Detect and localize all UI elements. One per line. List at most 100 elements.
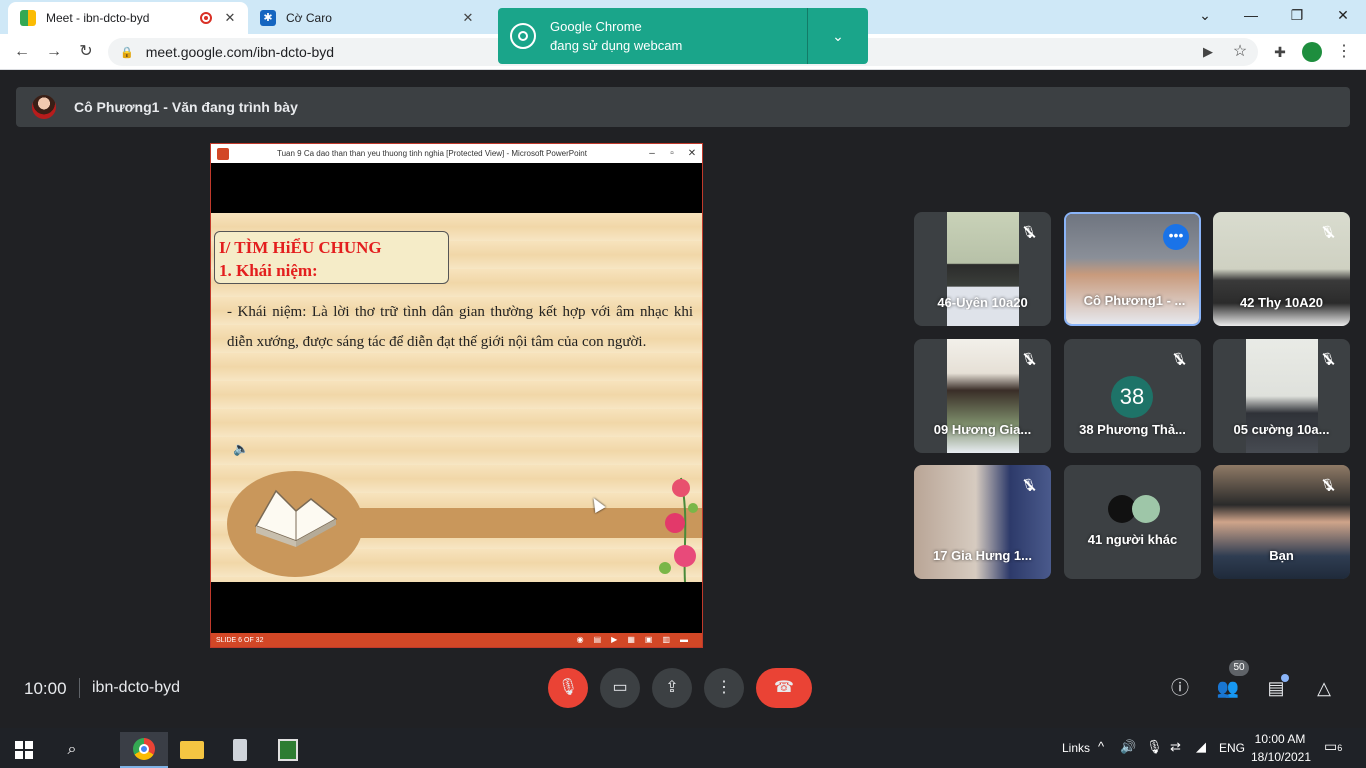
close-tab-icon[interactable]: ✕ [220,10,240,26]
chrome-taskbar-icon[interactable] [120,732,168,768]
present-now-button[interactable]: ⇪ [652,668,692,708]
participant-name: Bạn [1269,548,1294,563]
language-indicator[interactable]: ENG [1219,741,1245,755]
participant-name: 09 Hương Gia... [933,422,1032,437]
people-icon[interactable]: 👥 [1216,676,1240,700]
app-icon[interactable] [264,732,312,768]
slide-decor-band [311,508,702,538]
open-book-icon [254,489,338,547]
participant-tile[interactable]: 🎙 17 Gia Hưng 1... [914,465,1051,579]
more-options-button[interactable]: ⋮ [704,668,744,708]
recording-icon [200,12,212,24]
volume-icon[interactable]: 🔊 [1120,739,1136,755]
windows-taskbar: ⌕ Links ^ 🔊 🎙 ⇄ ◢ ENG 10:00 AM 18/10/202… [0,728,1366,768]
participant-name: 05 cường 10a... [1233,422,1330,437]
ppt-title-bar: Tuan 9 Ca dao than than yeu thuong tinh … [211,144,702,163]
present-screen-icon: ⇪ [665,679,679,696]
calculator-icon[interactable] [216,732,264,768]
camera-toggle-button[interactable]: ▭ [600,668,640,708]
bookmark-star-icon[interactable]: ☆ [1228,40,1252,64]
microphone-toggle-button[interactable]: 🎙 [548,668,588,708]
notifications-icon[interactable]: ▭6 [1324,738,1342,755]
activities-icon[interactable]: △ [1312,676,1336,700]
popup-title: Google Chrome [550,19,642,34]
mic-off-icon: 🎙 [1019,222,1039,242]
tab-title: Cờ Caro [286,11,332,25]
restore-icon[interactable]: ❐ [1274,0,1320,30]
flowers-decoration [659,477,698,582]
participant-tile[interactable]: 🎙 05 cường 10a... [1213,339,1350,453]
mic-off-icon: 🎙 [1318,475,1338,495]
more-vert-icon: ⋮ [716,679,732,696]
google-meet-icon [20,10,36,26]
microphone-icon[interactable]: 🎙 [1146,739,1163,755]
tab-search-icon[interactable]: ⌄ [1182,0,1228,30]
slide-heading-1: I/ TÌM HiỂU CHUNG [219,238,382,257]
clock-time[interactable]: 10:00 AM [1252,732,1308,746]
participant-tile-active[interactable]: ••• Cô Phương1 - ... [1064,212,1201,326]
participant-name: 46-Uyên 10a20 [937,295,1028,310]
powerpoint-icon [217,147,229,160]
mic-off-icon: 🎙 [557,679,579,696]
webcam-notification[interactable]: Google Chrome đang sử dụng webcam ⌄ [498,8,868,64]
ppt-status-bar: SLIDE 6 OF 32 ◉ ▤ ▶ ▦ ▣ ▥ ▬ [211,633,702,647]
clock-date[interactable]: 18/10/2021 [1250,750,1312,764]
mic-off-icon: 🎙 [1019,475,1039,495]
minimize-icon: – [649,148,655,159]
wifi-icon[interactable]: ◢ [1196,739,1206,755]
participant-name: 41 người khác [1087,532,1178,547]
search-icon[interactable]: ⌕ [48,732,96,768]
maximize-icon: ▫ [670,148,674,159]
avatar [1132,495,1160,523]
tab-meet[interactable]: Meet - ibn-dcto-byd ✕ [8,2,248,34]
leave-call-button[interactable]: ☎ [756,668,812,708]
chevron-up-icon[interactable]: ^ [1098,739,1104,754]
camera-in-use-icon[interactable]: ▶ [1196,40,1220,64]
participant-name: Cô Phương1 - ... [1083,293,1186,308]
participant-tile[interactable]: 🎙 Bạn [1213,465,1350,579]
participant-tile[interactable]: 🎙 46-Uyên 10a20 [914,212,1051,326]
people-count-badge: 50 [1229,660,1249,676]
extensions-icon[interactable]: ✚ [1268,40,1292,64]
slide: I/ TÌM HiỂU CHUNG 1. Khái niệm: - Khái n… [211,213,702,582]
close-tab-icon[interactable]: ✕ [458,10,478,26]
slide-counter: SLIDE 6 OF 32 [216,636,264,644]
more-options-icon[interactable]: ••• [1163,224,1189,250]
participant-tile[interactable]: 🎙 09 Hương Gia... [914,339,1051,453]
mic-off-icon: 🎙 [1019,349,1039,369]
participant-tile[interactable]: 🎙 42 Thy 10A20 [1213,212,1350,326]
participant-tile[interactable]: 38 🎙 38 Phương Thả... [1064,339,1201,453]
forward-icon[interactable]: → [42,40,66,64]
mic-off-icon: 🎙 [1318,222,1338,242]
links-toolbar[interactable]: Links [1062,741,1090,755]
slide-heading-2: 1. Khái niệm: [219,261,318,280]
participant-tile-others[interactable]: 41 người khác [1064,465,1201,579]
meeting-time: 10:00 [24,679,67,698]
chat-notification-dot [1281,674,1289,682]
camera-icon: ▭ [612,679,628,696]
meeting-code: ibn-dcto-byd [92,679,181,696]
star-icon: ✱ [260,10,276,26]
tab-co-caro[interactable]: ✱ Cờ Caro ✕ [250,2,486,34]
presenter-text: Cô Phương1 - Văn đang trình bày [74,99,298,115]
webcam-icon [510,23,536,49]
file-explorer-icon[interactable] [168,732,216,768]
close-window-icon[interactable]: ✕ [1320,0,1366,30]
slide-body-text: - Khái niệm: Là lời thơ trữ tình dân gia… [227,304,693,350]
divider [79,678,80,698]
back-icon[interactable]: ← [10,40,34,64]
network-icon[interactable]: ⇄ [1170,739,1181,755]
meeting-details-icon[interactable]: ⓘ [1168,676,1192,700]
notification-count: 6 [1337,743,1343,753]
windows-start-icon[interactable] [0,732,48,768]
popup-subtitle: đang sử dụng webcam [550,38,683,53]
mic-off-icon: 🎙 [1169,349,1189,369]
speaker-icon: 🔈 [233,441,250,456]
presentation-window[interactable]: Tuan 9 Ca dao than than yeu thuong tinh … [210,143,703,648]
hang-up-icon: ☎ [774,679,794,696]
chevron-down-icon[interactable]: ⌄ [808,28,868,45]
minimize-icon[interactable]: — [1228,0,1274,30]
profile-avatar[interactable] [1300,40,1324,64]
reload-icon[interactable]: ↻ [74,40,98,64]
menu-icon[interactable]: ⋮ [1332,40,1356,64]
